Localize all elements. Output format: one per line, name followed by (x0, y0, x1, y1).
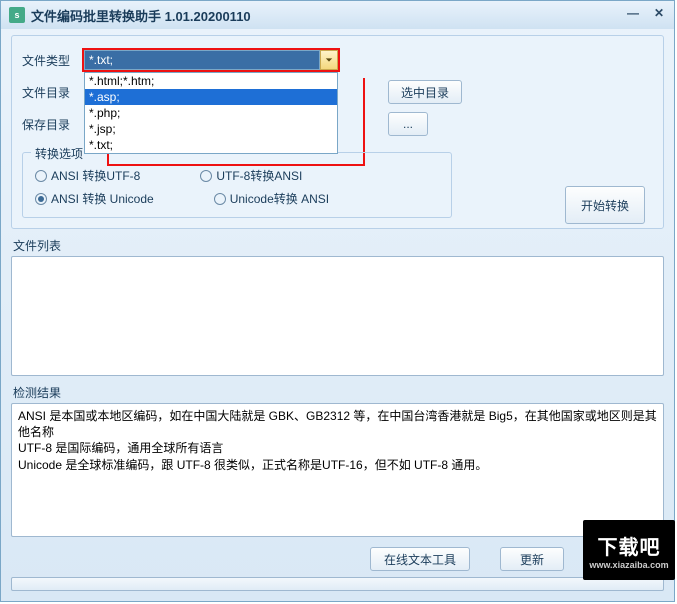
file-type-input[interactable] (84, 50, 320, 70)
start-conversion-button[interactable]: 开始转换 (565, 186, 645, 224)
dropdown-option[interactable]: *.html;*.htm; (85, 73, 337, 89)
dropdown-option[interactable]: *.txt; (85, 137, 337, 153)
select-dir-button[interactable]: 选中目录 (388, 80, 462, 104)
progress-bar (11, 577, 664, 591)
file-type-label: 文件类型 (22, 52, 82, 69)
save-dir-label: 保存目录 (22, 116, 82, 133)
window-title: 文件编码批里转换助手 1.01.20200110 (31, 6, 251, 25)
result-label: 检测结果 (13, 384, 664, 401)
dropdown-option[interactable]: *.asp; (85, 89, 337, 105)
titlebar: s 文件编码批里转换助手 1.01.20200110 — ✕ (1, 1, 674, 29)
file-list-label: 文件列表 (13, 237, 664, 254)
watermark-logo: 下载吧 www.xiazaiba.com (583, 520, 675, 580)
update-button[interactable]: 更新 (500, 547, 564, 571)
radio-ansi-to-utf8[interactable]: ANSI 转换UTF-8 (35, 167, 140, 184)
file-dir-label: 文件目录 (22, 84, 82, 101)
online-text-tool-button[interactable]: 在线文本工具 (370, 547, 470, 571)
chevron-down-icon[interactable] (320, 50, 338, 70)
dropdown-option[interactable]: *.jsp; (85, 121, 337, 137)
radio-utf8-to-ansi[interactable]: UTF-8转换ANSI (200, 167, 302, 184)
minimize-button[interactable]: — (624, 5, 642, 21)
result-textbox[interactable]: ANSI 是本国或本地区编码，如在中国大陆就是 GBK、GB2312 等，在中国… (11, 403, 664, 537)
close-button[interactable]: ✕ (650, 5, 668, 21)
dropdown-option[interactable]: *.php; (85, 105, 337, 121)
options-legend: 转换选项 (31, 145, 87, 162)
radio-unicode-to-ansi[interactable]: Unicode转换 ANSI (214, 190, 329, 207)
app-icon: s (9, 7, 25, 23)
file-list-box[interactable] (11, 256, 664, 376)
radio-ansi-to-unicode[interactable]: ANSI 转换 Unicode (35, 190, 154, 207)
browse-button[interactable]: ... (388, 112, 428, 136)
conversion-options-group: 转换选项 ANSI 转换UTF-8 UTF-8转换ANSI ANSI 转换 Un… (22, 152, 452, 218)
file-type-dropdown-list[interactable]: *.html;*.htm; *.asp; *.php; *.jsp; *.txt… (84, 72, 338, 154)
top-panel: 文件类型 *.html;*.htm; *.asp; *.php; *.jsp; … (11, 35, 664, 229)
file-type-dropdown[interactable]: *.html;*.htm; *.asp; *.php; *.jsp; *.txt… (82, 48, 340, 72)
